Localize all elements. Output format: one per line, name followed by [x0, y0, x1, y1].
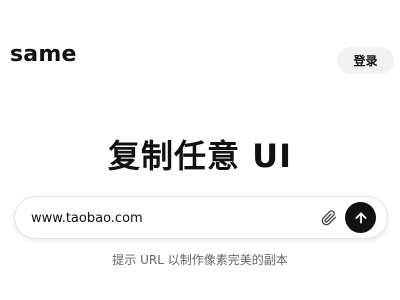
- hint-text: 提示 URL 以制作像素完美的副本: [112, 253, 288, 267]
- login-button[interactable]: 登录: [337, 47, 394, 74]
- submit-button[interactable]: [345, 202, 376, 233]
- url-input[interactable]: [31, 207, 311, 229]
- hero-title: 复制任意 UI: [107, 137, 293, 175]
- arrow-up-icon: [354, 211, 367, 224]
- header: same 登录: [0, 0, 400, 100]
- url-prompt-box: [14, 196, 388, 239]
- logo[interactable]: same: [10, 40, 77, 70]
- paperclip-icon[interactable]: [319, 208, 339, 228]
